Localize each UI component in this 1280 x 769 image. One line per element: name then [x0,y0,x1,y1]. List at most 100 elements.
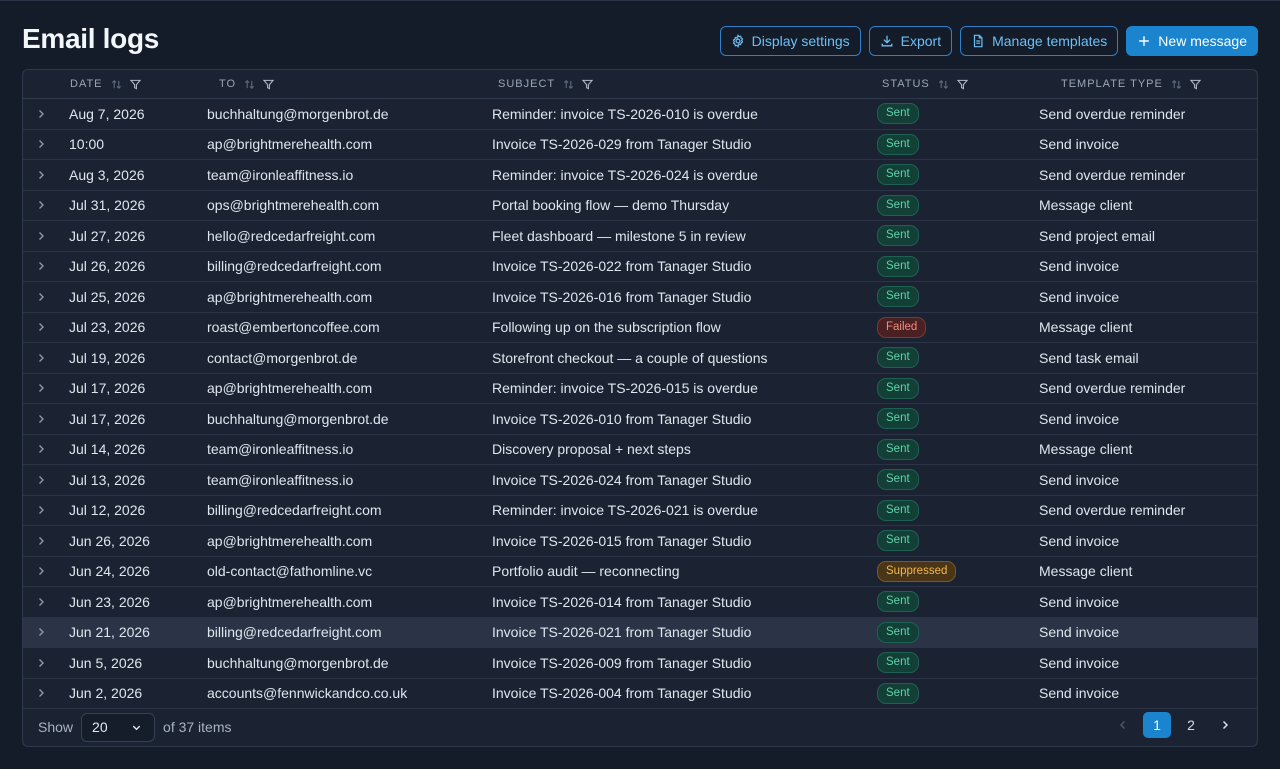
table-row[interactable]: Jul 13, 2026 team@ironleaffitness.io Invoi… [23,465,1257,496]
table-row[interactable]: Jun 2, 2026 accounts@fennwickandco.co.uk I… [23,679,1257,709]
chevron-right-icon [38,689,44,698]
expand-row-button[interactable] [23,566,58,576]
table-row[interactable]: Jun 21, 2026 billing@redcedarfreight.com I… [23,617,1257,648]
table-row[interactable]: Jun 26, 2026 ap@brightmerehealth.com Invoi… [23,526,1257,557]
manage-templates-button[interactable]: Manage templates [960,26,1119,56]
cell-subject: Reminder: invoice TS-2026-021 is overdue [492,502,758,519]
expand-row-button[interactable] [23,109,58,119]
expand-row-button[interactable] [23,414,58,424]
table-row[interactable]: 10:00 ap@brightmerehealth.com Invoice TS-2… [23,130,1257,160]
expand-row-button[interactable] [23,627,58,637]
expand-row-button[interactable] [23,292,58,302]
expand-row-button[interactable] [23,383,58,393]
cell-status: Sent [874,499,1036,521]
status-badge: Sent [877,530,919,552]
expand-row-button[interactable] [23,444,58,454]
filter-icon[interactable] [582,79,594,90]
table-row[interactable]: Jul 14, 2026 team@ironleaffitness.io Disco… [23,435,1257,465]
column-header-template-type[interactable]: TEMPLATE TYPE [1036,78,1257,90]
status-badge: Sent [877,347,919,369]
chevron-right-icon [38,384,44,393]
table-row[interactable]: Jun 5, 2026 buchhaltung@morgenbrot.de Invo… [23,648,1257,679]
table-row[interactable]: Jul 27, 2026 hello@redcedarfreight.com Fle… [23,221,1257,252]
page-button-1[interactable]: 1 [1143,712,1171,738]
table-row[interactable]: Jul 17, 2026 ap@brightmerehealth.com Remin… [23,374,1257,404]
column-header-date[interactable]: DATE [58,78,200,90]
display-settings-label: Display settings [751,33,850,49]
cell-subject: Invoice TS-2026-014 from Tanager Studio [492,593,752,610]
sort-icon[interactable] [938,79,949,90]
expand-row-button[interactable] [23,139,58,149]
cell-date: Jul 17, 2026 [69,410,146,427]
column-header-status[interactable]: STATUS [874,78,1036,90]
page-size-select[interactable]: 20 [81,712,156,742]
table-row[interactable]: Jul 31, 2026 ops@brightmerehealth.com Port… [23,191,1257,221]
table-row[interactable]: Jul 17, 2026 buchhaltung@morgenbrot.de Inv… [23,404,1257,435]
cell-status: Sent [874,438,1036,460]
column-header-to[interactable]: TO [200,78,489,90]
filter-icon[interactable] [129,79,141,90]
next-page-button[interactable] [1211,712,1239,738]
chevron-right-icon [38,353,44,362]
table-row[interactable]: Jun 23, 2026 ap@brightmerehealth.com Invoi… [23,587,1257,618]
filter-icon[interactable] [1189,79,1201,90]
new-message-button[interactable]: New message [1126,26,1258,56]
chevron-right-icon [38,201,44,210]
chevron-left-icon [1119,720,1126,730]
expand-row-button[interactable] [23,658,58,668]
filter-icon[interactable] [956,79,968,90]
display-settings-button[interactable]: Display settings [719,26,861,56]
expand-row-button[interactable] [23,322,58,332]
cell-template-type: Send invoice [1039,136,1120,153]
cell-template-type: Send invoice [1039,258,1120,275]
cell-date: Jun 24, 2026 [69,563,150,580]
sort-icon[interactable] [563,79,574,90]
sort-icon[interactable] [244,79,255,90]
table-row[interactable]: Jun 24, 2026 old-contact@fathomline.vc Por… [23,557,1257,587]
cell-template-type: Message client [1039,319,1133,336]
expand-row-button[interactable] [23,261,58,271]
chevron-right-icon [38,292,44,301]
cell-to: ap@brightmerehealth.com [207,136,373,153]
cell-subject: Fleet dashboard — milestone 5 in review [492,227,746,244]
expand-row-button[interactable] [23,688,58,698]
cell-status: Sent [874,103,1036,125]
cell-date: Jul 23, 2026 [69,319,146,336]
cell-date: Aug 3, 2026 [69,166,145,183]
sort-icon[interactable] [1171,79,1182,90]
table-row[interactable]: Aug 3, 2026 team@ironleaffitness.io Remind… [23,160,1257,191]
cell-date: Jul 19, 2026 [69,349,146,366]
chevron-right-icon [38,628,44,637]
table-row[interactable]: Jul 26, 2026 billing@redcedarfreight.com I… [23,252,1257,282]
table-row[interactable]: Aug 7, 2026 buchhaltung@morgenbrot.de Remi… [23,99,1257,130]
expand-row-button[interactable] [23,505,58,515]
expand-row-button[interactable] [23,597,58,607]
expand-row-button[interactable] [23,200,58,210]
status-badge: Sent [877,377,919,399]
page-button-2[interactable]: 2 [1177,712,1205,738]
expand-row-button[interactable] [23,231,58,241]
status-badge: Sent [877,591,919,613]
filter-icon[interactable] [263,79,275,90]
previous-page-button[interactable] [1109,712,1137,738]
cell-subject: Discovery proposal + next steps [492,441,691,458]
column-header-subject[interactable]: SUBJECT [489,78,874,90]
column-label-subject: SUBJECT [498,78,556,90]
status-badge: Sent [877,286,919,308]
cell-template-type: Send invoice [1039,593,1120,610]
table-row[interactable]: Jul 19, 2026 contact@morgenbrot.de Storefr… [23,343,1257,374]
expand-row-button[interactable] [23,475,58,485]
table-row[interactable]: Jul 23, 2026 roast@embertoncoffee.com Foll… [23,313,1257,343]
table-row[interactable]: Jul 12, 2026 billing@redcedarfreight.com R… [23,496,1257,526]
cell-to: buchhaltung@morgenbrot.de [207,410,389,427]
expand-row-button[interactable] [23,536,58,546]
expand-row-button[interactable] [23,170,58,180]
cell-date: Jul 31, 2026 [69,197,146,214]
chevron-right-icon [38,567,44,576]
table-row[interactable]: Jul 25, 2026 ap@brightmerehealth.com Invoi… [23,282,1257,313]
cell-to: team@ironleaffitness.io [207,441,354,458]
sort-icon[interactable] [111,79,122,90]
expand-row-button[interactable] [23,353,58,363]
cell-subject: Invoice TS-2026-004 from Tanager Studio [492,685,752,702]
export-button[interactable]: Export [868,26,953,56]
